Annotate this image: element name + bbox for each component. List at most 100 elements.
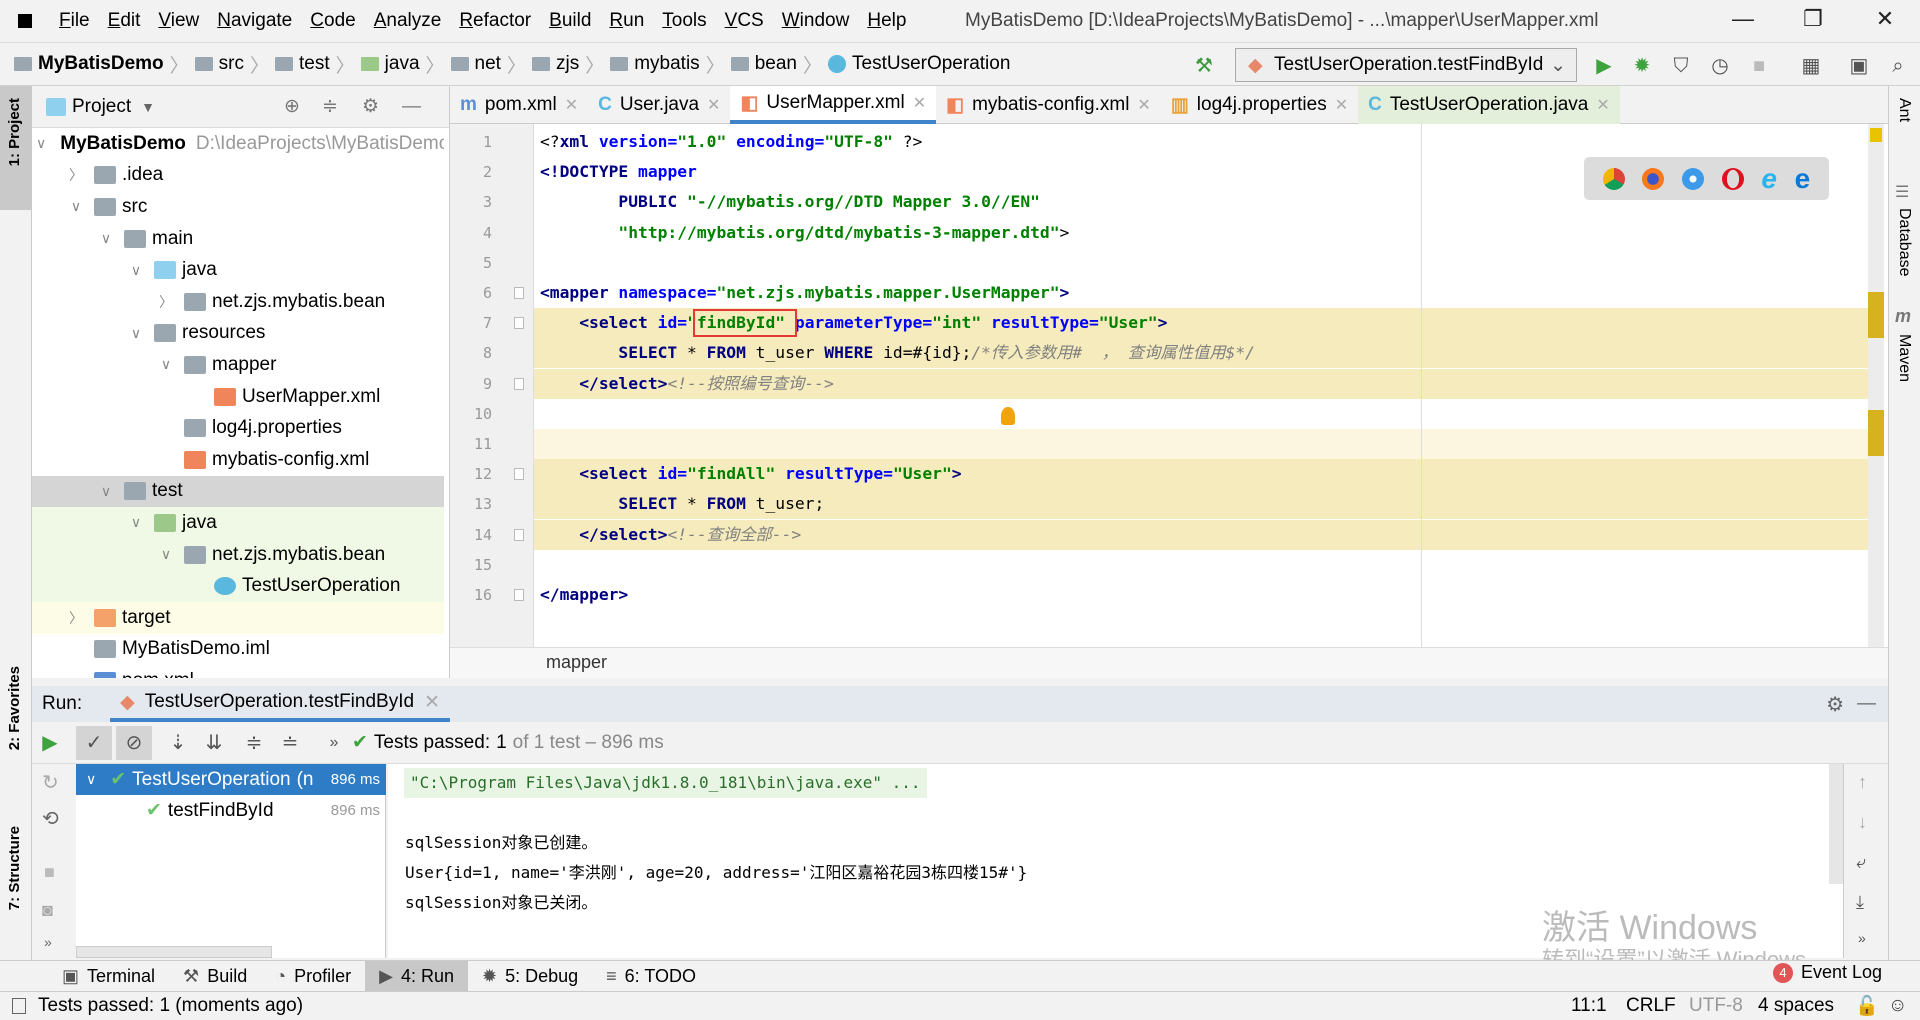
- test-tree-item[interactable]: ✔ testFindById 896 ms: [76, 795, 386, 826]
- menu-file[interactable]: File: [50, 10, 99, 32]
- hector-icon[interactable]: ☺: [1888, 995, 1907, 1017]
- caret-position[interactable]: 11:1: [1571, 995, 1607, 1017]
- debug-icon[interactable]: ✹: [1628, 52, 1656, 80]
- opera-icon[interactable]: [1721, 167, 1744, 190]
- soft-wrap-icon[interactable]: ⤶: [1856, 852, 1866, 873]
- stop-icon[interactable]: ■: [1745, 52, 1773, 80]
- chevron-right-icon[interactable]: 〉: [66, 608, 86, 628]
- rerun-icon[interactable]: ▶: [32, 726, 68, 760]
- chevron-down-icon[interactable]: ∨: [66, 198, 86, 215]
- code-line[interactable]: [534, 429, 1868, 459]
- chevron-right-icon[interactable]: 〉: [156, 292, 176, 312]
- breadcrumb-mapper[interactable]: mapper: [546, 652, 607, 672]
- code-editor[interactable]: 1 2 3 4 5 6 7 8 9 10 11 12 13 14 15 16 <?xml version="1…: [450, 124, 1888, 647]
- menu-help[interactable]: Help: [858, 10, 915, 32]
- tree-item[interactable]: ∨ mapper: [32, 349, 444, 381]
- build-hammer-icon[interactable]: ⚒: [1190, 52, 1218, 80]
- project-structure-icon[interactable]: ▦: [1797, 52, 1825, 80]
- tool-tab-maven[interactable]: Maven: [1895, 334, 1913, 382]
- chevron-down-icon[interactable]: ∨: [36, 135, 46, 152]
- code-line[interactable]: [534, 399, 1868, 429]
- profile-icon[interactable]: ◷: [1706, 52, 1734, 80]
- code-line[interactable]: <?xml version="1.0" encoding="UTF-8" ?>: [534, 127, 1868, 157]
- chevron-down-icon[interactable]: ∨: [156, 356, 176, 373]
- code-line[interactable]: <select id="findAll" resultType="User">: [534, 459, 1868, 490]
- tool-tab-structure[interactable]: 7: Structure: [6, 826, 23, 910]
- run-icon[interactable]: ▶: [1590, 52, 1618, 80]
- tree-item[interactable]: MyBatisDemo.iml: [32, 634, 444, 666]
- run-tab[interactable]: ◆ TestUserOperation.testFindById ✕: [110, 686, 450, 722]
- code-line[interactable]: [534, 248, 1868, 278]
- show-passed-icon[interactable]: ✓: [76, 725, 112, 760]
- tab-pom-xml[interactable]: m pom.xml ✕: [450, 86, 588, 124]
- collapse-all-icon[interactable]: ≐: [272, 726, 308, 760]
- firefox-icon[interactable]: [1642, 167, 1665, 190]
- menu-run[interactable]: Run: [600, 10, 653, 32]
- toggle-auto-test-icon[interactable]: ⟲: [42, 806, 59, 831]
- test-tree-item[interactable]: ∨ ✔ TestUserOperation (n 896 ms: [76, 764, 386, 795]
- menu-tools[interactable]: Tools: [653, 10, 715, 32]
- tab-testuseroperation-java[interactable]: C TestUserOperation.java ✕: [1358, 86, 1620, 124]
- gear-icon[interactable]: ⚙: [1826, 692, 1844, 717]
- chevron-down-icon[interactable]: ∨: [126, 514, 146, 531]
- gear-icon[interactable]: ⚙: [362, 95, 379, 118]
- menu-build[interactable]: Build: [540, 10, 600, 32]
- bottom-tab-todo[interactable]: ≡ 6: TODO: [592, 961, 710, 992]
- code-line[interactable]: </mapper>: [534, 580, 1868, 610]
- breadcrumb-item[interactable]: TestUserOperation: [828, 53, 1010, 75]
- close-tab-icon[interactable]: ✕: [565, 95, 578, 115]
- breadcrumb-item[interactable]: test 〉: [275, 51, 355, 78]
- horizontal-scrollbar[interactable]: [76, 946, 272, 958]
- more-icon[interactable]: »: [44, 934, 52, 950]
- rerun-failed-icon[interactable]: ↻: [42, 770, 59, 795]
- chevron-down-icon[interactable]: ▼: [141, 99, 155, 115]
- breadcrumb-item[interactable]: zjs 〉: [531, 51, 604, 78]
- close-tab-icon[interactable]: ✕: [1596, 95, 1609, 115]
- code-line[interactable]: </select><!--查询全部-->: [534, 519, 1868, 550]
- code-line[interactable]: SELECT * FROM t_user WHERE id=#{id};/*传入…: [534, 338, 1868, 369]
- console-scrollbar[interactable]: [1829, 764, 1843, 884]
- show-ignored-icon[interactable]: ⊘: [116, 725, 152, 760]
- close-tab-icon[interactable]: ✕: [1335, 95, 1348, 115]
- lock-icon[interactable]: 🔓: [1855, 994, 1879, 1018]
- tab-usermapper-xml[interactable]: ◧ UserMapper.xml ✕: [730, 86, 937, 124]
- tool-tab-project[interactable]: 1: Project: [6, 98, 23, 166]
- breadcrumb-item[interactable]: MyBatisDemo 〉: [14, 51, 189, 78]
- search-icon[interactable]: ⌕: [1884, 52, 1912, 80]
- close-tab-icon[interactable]: ✕: [1137, 95, 1150, 115]
- camera-icon[interactable]: ◙: [42, 900, 53, 921]
- fold-marker-icon[interactable]: [514, 468, 524, 481]
- line-separator[interactable]: CRLF: [1626, 995, 1676, 1017]
- close-tab-icon[interactable]: ✕: [424, 691, 440, 714]
- tree-item[interactable]: mybatis-config.xml: [32, 444, 444, 476]
- event-log-button[interactable]: 4 Event Log: [1773, 962, 1882, 983]
- fold-marker-icon[interactable]: [514, 589, 524, 601]
- chevron-right-icon[interactable]: 〉: [66, 165, 86, 185]
- lightbulb-icon[interactable]: [1001, 407, 1015, 425]
- menu-window[interactable]: Window: [773, 10, 859, 32]
- more-icon[interactable]: »: [1858, 930, 1866, 946]
- chevron-down-icon[interactable]: ∨: [156, 546, 176, 563]
- code-line[interactable]: </select><!--按照编号查询-->: [534, 368, 1868, 399]
- chevron-down-icon[interactable]: ∨: [96, 230, 116, 247]
- menu-navigate[interactable]: Navigate: [208, 10, 301, 32]
- menu-refactor[interactable]: Refactor: [450, 10, 540, 32]
- tree-item[interactable]: ∨ test: [32, 475, 444, 508]
- code-line[interactable]: SELECT * FROM t_user;: [534, 489, 1868, 520]
- tool-tab-favorites[interactable]: 2: Favorites: [6, 666, 23, 750]
- menu-edit[interactable]: Edit: [99, 10, 150, 32]
- close-window-button[interactable]: ✕: [1862, 6, 1908, 36]
- breadcrumb-item[interactable]: net 〉: [450, 51, 526, 78]
- code-line[interactable]: [534, 550, 1868, 580]
- breadcrumb-item[interactable]: mybatis 〉: [610, 51, 725, 78]
- sort-duration-icon[interactable]: ⇊: [196, 726, 232, 760]
- fold-marker-icon[interactable]: [514, 287, 524, 299]
- hide-panel-icon[interactable]: —: [1857, 693, 1876, 715]
- chevron-down-icon[interactable]: ∨: [86, 771, 96, 788]
- chevron-down-icon[interactable]: ∨: [96, 483, 116, 500]
- run-configuration-select[interactable]: ◆ TestUserOperation.testFindById ⌄: [1235, 48, 1577, 82]
- restore-button[interactable]: ❐: [1790, 6, 1836, 36]
- tab-mybatis-config-xml[interactable]: ◧ mybatis-config.xml ✕: [936, 86, 1161, 124]
- chevron-down-icon[interactable]: ∨: [126, 262, 146, 279]
- project-view-select[interactable]: Project: [72, 96, 131, 118]
